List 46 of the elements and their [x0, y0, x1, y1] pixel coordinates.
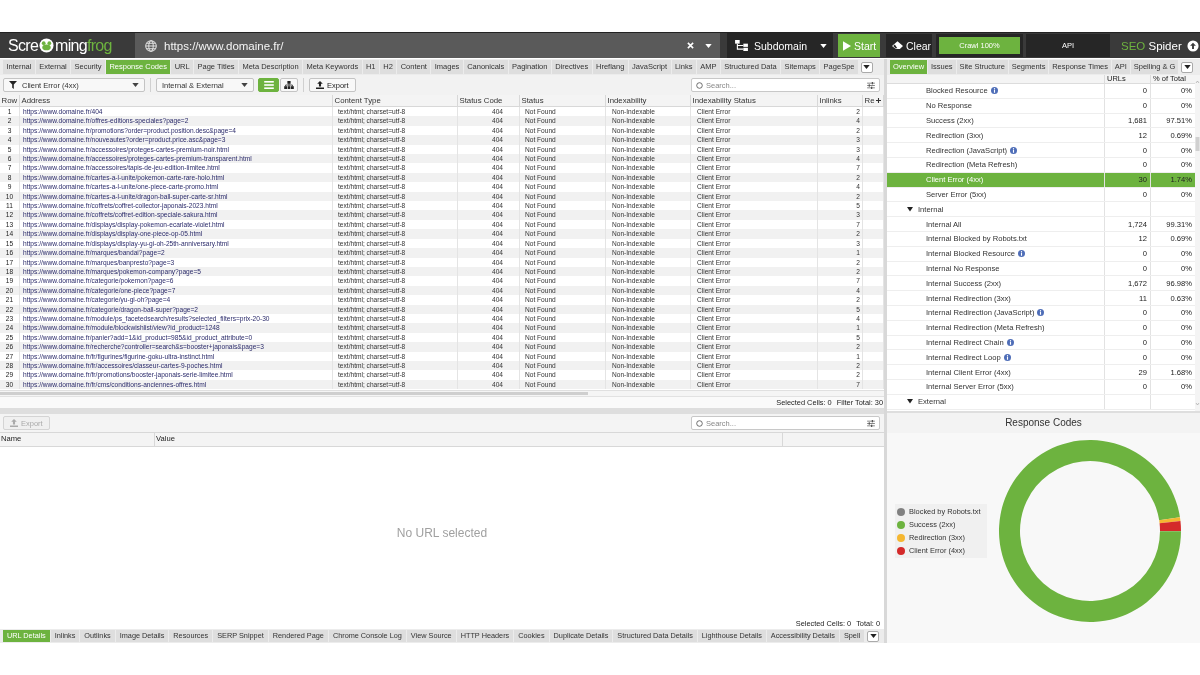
clear-button[interactable]: Clear	[886, 34, 932, 57]
eraser-icon	[892, 41, 903, 50]
expand-caret-icon[interactable]	[907, 207, 913, 212]
info-icon[interactable]	[990, 87, 998, 95]
hierarchy-icon	[284, 81, 294, 89]
info-icon[interactable]	[1018, 250, 1026, 258]
plus-icon[interactable]	[876, 98, 881, 103]
upload-icon	[316, 81, 324, 89]
caret-icon	[241, 83, 248, 87]
tabs-menu-button[interactable]	[1181, 61, 1194, 73]
info-icon[interactable]	[1003, 353, 1011, 361]
sliders-icon[interactable]	[867, 419, 875, 427]
logo-text: mingfrog	[55, 36, 112, 55]
view-toggle-button[interactable]	[258, 78, 279, 92]
expand-caret-icon[interactable]	[907, 399, 913, 404]
list-icon	[263, 81, 274, 89]
vertical-scrollbar[interactable]	[1195, 75, 1200, 411]
info-icon[interactable]	[1037, 309, 1045, 317]
play-icon	[843, 40, 851, 51]
chart-title: Response Codes	[887, 413, 1200, 433]
tabs-menu-button[interactable]	[867, 630, 880, 642]
info-icon[interactable]	[1006, 338, 1014, 346]
logo-text: Scre	[8, 36, 39, 55]
upload-icon	[10, 419, 18, 427]
caret-icon	[820, 43, 827, 48]
caret-icon	[132, 83, 139, 87]
frog-icon	[39, 38, 55, 53]
search-icon	[696, 81, 703, 89]
caret-icon	[869, 634, 877, 638]
info-icon[interactable]	[1010, 146, 1018, 154]
mode-dropdown[interactable]: Subdomain	[727, 33, 833, 58]
caret-icon	[863, 65, 871, 69]
arrow-up-icon[interactable]	[1186, 39, 1199, 52]
view-toggle-button[interactable]	[280, 78, 298, 92]
filter-icon	[9, 81, 17, 89]
empty-message: No URL selected	[396, 525, 488, 540]
product-title: SEO Spider	[1121, 39, 1182, 52]
search-icon	[696, 419, 703, 427]
url-field[interactable]: https://www.domaine.fr/	[135, 33, 720, 58]
caret-icon	[1183, 65, 1191, 69]
sliders-icon[interactable]	[867, 81, 875, 89]
tabs-menu-button[interactable]	[860, 61, 873, 73]
caret-icon[interactable]	[705, 43, 712, 48]
network-icon	[735, 40, 748, 51]
clear-icon[interactable]	[687, 42, 694, 49]
globe-icon	[145, 39, 157, 52]
